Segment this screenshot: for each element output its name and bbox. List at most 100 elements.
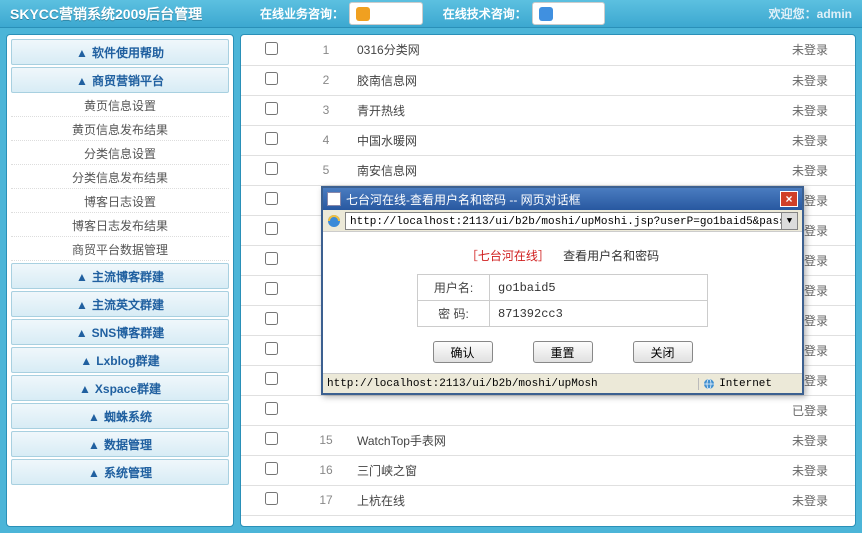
row-checkbox[interactable] (265, 492, 278, 505)
triangle-up-icon: ▲ (76, 270, 88, 284)
row-site-name[interactable]: 青开热线 (351, 95, 765, 125)
ok-button[interactable]: 确认 (433, 341, 493, 363)
nav-section-header[interactable]: ▲ Xspace群建 (11, 375, 229, 401)
row-checkbox[interactable] (265, 342, 278, 355)
table-row: 5南安信息网未登录 (241, 155, 855, 185)
dialog-buttons: 确认 重置 关闭 (333, 341, 792, 363)
table-row: 10316分类网未登录 (241, 35, 855, 65)
table-row: 已登录 (241, 395, 855, 425)
triangle-up-icon: ▲ (79, 382, 91, 396)
row-checkbox[interactable] (265, 222, 278, 235)
qq-chat-label: QQ交谈 (373, 5, 416, 22)
row-checkbox[interactable] (265, 162, 278, 175)
nav-section-header[interactable]: ▲蜘蛛系统 (11, 403, 229, 429)
password-label: 密 码: (418, 301, 490, 327)
app-title: SKYCC营销系统2009后台管理 (0, 4, 260, 24)
row-checkbox[interactable] (265, 42, 278, 55)
triangle-up-icon: ▲ (80, 354, 92, 368)
nav-section-header[interactable]: ▲ 主流博客群建 (11, 263, 229, 289)
row-number: 16 (301, 455, 351, 485)
row-site-name[interactable]: 南安信息网 (351, 155, 765, 185)
row-checkbox[interactable] (265, 192, 278, 205)
nav-section-label: Xspace群建 (95, 382, 161, 396)
nav-section-header[interactable]: ▲SNS博客群建 (11, 319, 229, 345)
qq-msg-button[interactable]: QQ留言 (532, 2, 606, 25)
row-checkbox[interactable] (265, 72, 278, 85)
status-zone: Internet (699, 378, 802, 390)
qq-msg-label: QQ留言 (556, 5, 599, 22)
close-button[interactable]: 关闭 (633, 341, 693, 363)
close-icon[interactable]: × (780, 191, 798, 207)
table-row: 3青开热线未登录 (241, 95, 855, 125)
nav-section-header[interactable]: ▲商贸营销平台 (11, 67, 229, 93)
nav-item[interactable]: 黄页信息发布结果 (11, 119, 229, 141)
nav-section-header[interactable]: ▲数据管理 (11, 431, 229, 457)
row-checkbox[interactable] (265, 282, 278, 295)
row-status: 未登录 (765, 455, 855, 485)
nav-item[interactable]: 黄页信息设置 (11, 95, 229, 117)
table-row: 2胶南信息网未登录 (241, 65, 855, 95)
nav-item[interactable]: 分类信息设置 (11, 143, 229, 165)
qq-msg-icon (539, 7, 553, 21)
nav-section-label: 数据管理 (104, 438, 152, 452)
nav-section-header[interactable]: ▲主流英文群建 (11, 291, 229, 317)
biz-consult-label: 在线业务咨询： (260, 5, 344, 22)
row-checkbox[interactable] (265, 252, 278, 265)
row-site-name[interactable]: 0316分类网 (351, 35, 765, 65)
row-checkbox[interactable] (265, 102, 278, 115)
row-number: 3 (301, 95, 351, 125)
header-bar: SKYCC营销系统2009后台管理 在线业务咨询： QQ交谈 在线技术咨询： Q… (0, 0, 862, 28)
globe-icon (703, 378, 715, 390)
dialog-body: ［七台河在线］ 查看用户名和密码 用户名: go1baid5 密 码: 8713… (323, 232, 802, 373)
nav-section-label: 商贸营销平台 (92, 74, 164, 88)
row-checkbox[interactable] (265, 462, 278, 475)
row-site-name[interactable]: 中国水暖网 (351, 125, 765, 155)
nav-section-label: 主流博客群建 (92, 270, 164, 284)
table-row: 16三门峡之窗未登录 (241, 455, 855, 485)
nav-section-header[interactable]: ▲系统管理 (11, 459, 229, 485)
row-site-name[interactable]: 三门峡之窗 (351, 455, 765, 485)
sidebar: ▲软件使用帮助▲商贸营销平台黄页信息设置黄页信息发布结果分类信息设置分类信息发布… (6, 34, 234, 527)
dialog-url-field[interactable]: http://localhost:2113/ui/b2b/moshi/upMos… (345, 212, 782, 230)
dialog-titlebar[interactable]: 七台河在线-查看用户名和密码 -- 网页对话框 × (323, 188, 802, 210)
row-site-name[interactable]: 胶南信息网 (351, 65, 765, 95)
row-number (301, 395, 351, 425)
row-checkbox[interactable] (265, 312, 278, 325)
chevron-down-icon[interactable]: ▼ (782, 212, 798, 230)
row-number: 2 (301, 65, 351, 95)
dialog-urlbar: http://localhost:2113/ui/b2b/moshi/upMos… (323, 210, 802, 232)
username-label: 用户名: (418, 275, 490, 301)
nav-item[interactable]: 博客日志设置 (11, 191, 229, 213)
nav-item[interactable]: 博客日志发布结果 (11, 215, 229, 237)
password-value[interactable]: 871392cc3 (490, 301, 708, 327)
reset-button[interactable]: 重置 (533, 341, 593, 363)
row-site-name[interactable]: 上杭在线 (351, 485, 765, 515)
row-site-name[interactable]: WatchTop手表网 (351, 425, 765, 455)
qq-chat-button[interactable]: QQ交谈 (349, 2, 423, 25)
username-value[interactable]: go1baid5 (490, 275, 708, 301)
nav-section-header[interactable]: ▲软件使用帮助 (11, 39, 229, 65)
row-number: 5 (301, 155, 351, 185)
triangle-up-icon: ▲ (88, 466, 100, 480)
row-site-name[interactable] (351, 395, 765, 425)
row-status: 已登录 (765, 395, 855, 425)
row-checkbox[interactable] (265, 372, 278, 385)
triangle-up-icon: ▲ (76, 326, 88, 340)
tech-consult: 在线技术咨询： QQ留言 (443, 2, 606, 25)
tech-consult-label: 在线技术咨询： (443, 5, 527, 22)
nav-section-label: 软件使用帮助 (92, 46, 164, 60)
biz-consult: 在线业务咨询： QQ交谈 (260, 2, 423, 25)
row-checkbox[interactable] (265, 402, 278, 415)
welcome-text: 欢迎您：admin (769, 5, 862, 22)
dialog-title: 七台河在线-查看用户名和密码 -- 网页对话框 (346, 191, 780, 208)
row-status: 未登录 (765, 155, 855, 185)
nav-item[interactable]: 商贸平台数据管理 (11, 239, 229, 261)
row-checkbox[interactable] (265, 132, 278, 145)
status-zone-label: Internet (719, 378, 772, 390)
row-status: 未登录 (765, 35, 855, 65)
nav-item[interactable]: 分类信息发布结果 (11, 167, 229, 189)
nav-section-header[interactable]: ▲Lxblog群建 (11, 347, 229, 373)
row-status: 未登录 (765, 65, 855, 95)
row-number: 15 (301, 425, 351, 455)
row-checkbox[interactable] (265, 432, 278, 445)
